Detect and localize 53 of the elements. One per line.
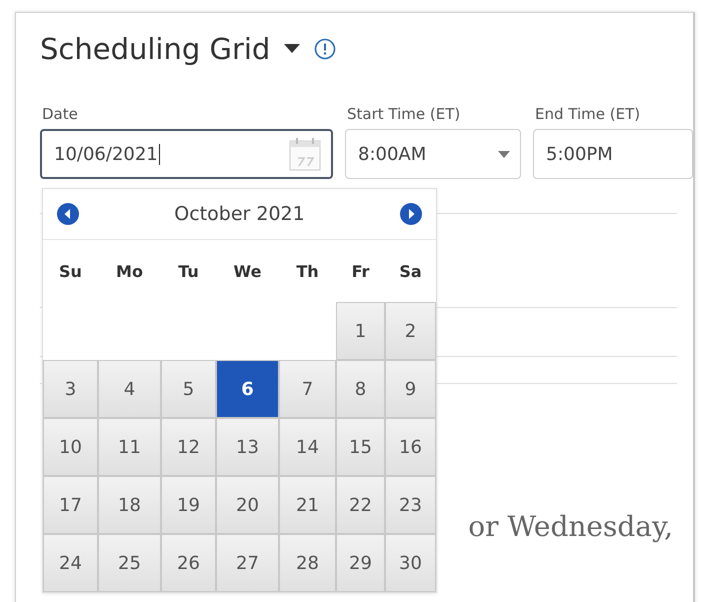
time-dropdown[interactable]: 8:00AM: [345, 129, 521, 179]
caret-icon: [498, 150, 510, 158]
calendar-day[interactable]: 28: [279, 534, 336, 592]
calendar-day[interactable]: 12: [161, 418, 216, 476]
calendar-day[interactable]: 3: [43, 360, 98, 418]
info-icon[interactable]: [314, 38, 336, 60]
calendar-day[interactable]: 7: [279, 360, 336, 418]
calendar-day[interactable]: 5: [161, 360, 216, 418]
next-month-icon: [400, 203, 422, 225]
weekday-label: Fr: [350, 260, 370, 282]
weekday-label: Th: [295, 260, 320, 282]
calendar-day[interactable]: 8: [336, 360, 385, 418]
calendar-day[interactable]: 4: [98, 360, 161, 418]
calendar-day[interactable]: 16: [385, 418, 436, 476]
field-label: Start Time (ET): [346, 105, 462, 123]
calendar-day[interactable]: 19: [161, 476, 216, 534]
calendar-day[interactable]: 6: [216, 360, 279, 418]
calendar-day[interactable]: 23: [385, 476, 436, 534]
calendar-day[interactable]: 27: [216, 534, 279, 592]
next-month-button[interactable]: [398, 201, 424, 227]
calendar-day[interactable]: 1: [336, 302, 385, 360]
calendar-day[interactable]: 29: [336, 534, 385, 592]
month-title: October 2021: [174, 203, 305, 225]
previous-month-icon: [57, 203, 79, 225]
weekday-label: Su: [58, 260, 83, 282]
calendar-day[interactable]: 30: [385, 534, 436, 592]
date-field[interactable]: 10/06/2021: [40, 129, 333, 179]
calendar-day[interactable]: 24: [43, 534, 98, 592]
calendar-day[interactable]: 20: [216, 476, 279, 534]
weekday-label: Mo: [115, 260, 144, 282]
time-field[interactable]: 5:00PM: [533, 129, 693, 179]
weekday-label: We: [232, 260, 262, 282]
calendar-day[interactable]: 9: [385, 360, 436, 418]
heading-text: or Wednesday,: [467, 510, 674, 543]
page-title: Scheduling Grid: [40, 32, 270, 66]
calendar-day[interactable]: 17: [43, 476, 98, 534]
field-label: Date: [41, 105, 79, 123]
calendar-day[interactable]: 11: [98, 418, 161, 476]
calendar-day[interactable]: 25: [98, 534, 161, 592]
caret-icon[interactable]: [284, 44, 300, 54]
calendar-day[interactable]: 14: [279, 418, 336, 476]
calendar-day[interactable]: 10: [43, 418, 98, 476]
calendar-day[interactable]: 21: [279, 476, 336, 534]
calendar-day[interactable]: 18: [98, 476, 161, 534]
calendar-day[interactable]: 15: [336, 418, 385, 476]
weekday-label: Tu: [177, 260, 200, 282]
calendar-day[interactable]: 22: [336, 476, 385, 534]
calendar-day[interactable]: 26: [161, 534, 216, 592]
calendar-day[interactable]: 13: [216, 418, 279, 476]
weekday-label: Sa: [398, 260, 423, 282]
field-label: End Time (ET): [534, 105, 642, 123]
calendar-day[interactable]: 2: [385, 302, 436, 360]
previous-month-button[interactable]: [55, 201, 81, 227]
